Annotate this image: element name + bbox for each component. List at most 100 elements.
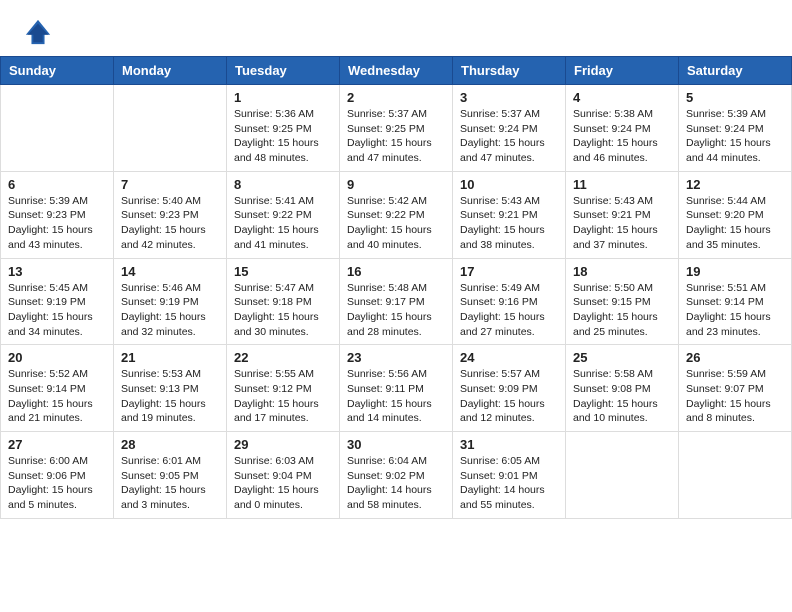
day-number: 9: [347, 177, 445, 192]
calendar-cell: 28Sunrise: 6:01 AMSunset: 9:05 PMDayligh…: [114, 432, 227, 519]
day-number: 12: [686, 177, 784, 192]
weekday-header: Tuesday: [227, 57, 340, 85]
day-number: 15: [234, 264, 332, 279]
calendar-cell: 22 Sunrise: 5:55 AMSunset: 9:12 PMDayligh…: [227, 345, 340, 432]
calendar-cell: [679, 432, 792, 519]
weekday-header: Sunday: [1, 57, 114, 85]
cell-info: Sunrise: 5:39 AMSunset: 9:23 PMDaylight:…: [8, 194, 106, 253]
calendar-cell: 16 Sunrise: 5:48 AMSunset: 9:17 PMDayligh…: [340, 258, 453, 345]
day-number: 8: [234, 177, 332, 192]
weekday-header: Saturday: [679, 57, 792, 85]
calendar-cell: 5 Sunrise: 5:39 AMSunset: 9:24 PMDaylight…: [679, 85, 792, 172]
day-number: 1: [234, 90, 332, 105]
cell-info: Sunrise: 5:37 AMSunset: 9:25 PMDaylight:…: [347, 107, 445, 166]
calendar-cell: 1 Sunrise: 5:36 AMSunset: 9:25 PMDaylight…: [227, 85, 340, 172]
calendar-table: SundayMondayTuesdayWednesdayThursdayFrid…: [0, 56, 792, 519]
calendar-cell: 29 Sunrise: 6:03 AMSunset: 9:04 PMDayligh…: [227, 432, 340, 519]
calendar-cell: 13Sunrise: 5:45 AMSunset: 9:19 PMDayligh…: [1, 258, 114, 345]
day-number: 28: [121, 437, 219, 452]
calendar-cell: 21 Sunrise: 5:53 AMSunset: 9:13 PMDayligh…: [114, 345, 227, 432]
calendar-cell: [566, 432, 679, 519]
day-number: 26: [686, 350, 784, 365]
calendar-cell: 15 Sunrise: 5:47 AMSunset: 9:18 PMDayligh…: [227, 258, 340, 345]
cell-info: Sunrise: 5:55 AMSunset: 9:12 PMDaylight:…: [234, 367, 332, 426]
calendar-cell: 18 Sunrise: 5:50 AMSunset: 9:15 PMDayligh…: [566, 258, 679, 345]
day-number: 16: [347, 264, 445, 279]
page-header: [0, 0, 792, 56]
calendar-cell: 30 Sunrise: 6:04 AMSunset: 9:02 PMDayligh…: [340, 432, 453, 519]
calendar-cell: 3 Sunrise: 5:37 AMSunset: 9:24 PMDaylight…: [453, 85, 566, 172]
cell-info: Sunrise: 5:44 AMSunset: 9:20 PMDaylight:…: [686, 194, 784, 253]
calendar-cell: 8 Sunrise: 5:41 AMSunset: 9:22 PMDaylight…: [227, 171, 340, 258]
calendar-cell: 23 Sunrise: 5:56 AMSunset: 9:11 PMDayligh…: [340, 345, 453, 432]
calendar-cell: 2Sunrise: 5:37 AMSunset: 9:25 PMDaylight…: [340, 85, 453, 172]
day-number: 23: [347, 350, 445, 365]
cell-info: Sunrise: 6:05 AMSunset: 9:01 PMDaylight:…: [460, 454, 558, 513]
cell-info: Sunrise: 6:03 AMSunset: 9:04 PMDaylight:…: [234, 454, 332, 513]
cell-info: Sunrise: 5:38 AMSunset: 9:24 PMDaylight:…: [573, 107, 671, 166]
cell-info: Sunrise: 5:57 AMSunset: 9:09 PMDaylight:…: [460, 367, 558, 426]
day-number: 3: [460, 90, 558, 105]
calendar-cell: 31 Sunrise: 6:05 AMSunset: 9:01 PMDayligh…: [453, 432, 566, 519]
cell-info: Sunrise: 5:47 AMSunset: 9:18 PMDaylight:…: [234, 281, 332, 340]
cell-info: Sunrise: 5:59 AMSunset: 9:07 PMDaylight:…: [686, 367, 784, 426]
day-number: 7: [121, 177, 219, 192]
cell-info: Sunrise: 5:58 AMSunset: 9:08 PMDaylight:…: [573, 367, 671, 426]
day-number: 6: [8, 177, 106, 192]
day-number: 27: [8, 437, 106, 452]
calendar-cell: [114, 85, 227, 172]
day-number: 10: [460, 177, 558, 192]
cell-info: Sunrise: 5:56 AMSunset: 9:11 PMDaylight:…: [347, 367, 445, 426]
day-number: 21: [121, 350, 219, 365]
calendar-cell: 20 Sunrise: 5:52 AMSunset: 9:14 PMDayligh…: [1, 345, 114, 432]
cell-info: Sunrise: 5:43 AMSunset: 9:21 PMDaylight:…: [573, 194, 671, 253]
cell-info: Sunrise: 5:37 AMSunset: 9:24 PMDaylight:…: [460, 107, 558, 166]
day-number: 4: [573, 90, 671, 105]
day-number: 18: [573, 264, 671, 279]
calendar-cell: 7 Sunrise: 5:40 AMSunset: 9:23 PMDaylight…: [114, 171, 227, 258]
calendar-cell: 10Sunrise: 5:43 AMSunset: 9:21 PMDayligh…: [453, 171, 566, 258]
calendar-cell: 17Sunrise: 5:49 AMSunset: 9:16 PMDayligh…: [453, 258, 566, 345]
cell-info: Sunrise: 5:48 AMSunset: 9:17 PMDaylight:…: [347, 281, 445, 340]
calendar-cell: 14 Sunrise: 5:46 AMSunset: 9:19 PMDayligh…: [114, 258, 227, 345]
cell-info: Sunrise: 5:39 AMSunset: 9:24 PMDaylight:…: [686, 107, 784, 166]
day-number: 20: [8, 350, 106, 365]
calendar-cell: 4 Sunrise: 5:38 AMSunset: 9:24 PMDaylight…: [566, 85, 679, 172]
cell-info: Sunrise: 5:36 AMSunset: 9:25 PMDaylight:…: [234, 107, 332, 166]
calendar-cell: 9Sunrise: 5:42 AMSunset: 9:22 PMDaylight…: [340, 171, 453, 258]
calendar-cell: 27 Sunrise: 6:00 AMSunset: 9:06 PMDayligh…: [1, 432, 114, 519]
day-number: 24: [460, 350, 558, 365]
calendar-cell: 12 Sunrise: 5:44 AMSunset: 9:20 PMDayligh…: [679, 171, 792, 258]
day-number: 30: [347, 437, 445, 452]
calendar-cell: 19Sunrise: 5:51 AMSunset: 9:14 PMDayligh…: [679, 258, 792, 345]
calendar-cell: [1, 85, 114, 172]
cell-info: Sunrise: 5:41 AMSunset: 9:22 PMDaylight:…: [234, 194, 332, 253]
cell-info: Sunrise: 5:53 AMSunset: 9:13 PMDaylight:…: [121, 367, 219, 426]
logo: [24, 18, 56, 46]
day-number: 5: [686, 90, 784, 105]
calendar-cell: 6 Sunrise: 5:39 AMSunset: 9:23 PMDaylight…: [1, 171, 114, 258]
calendar-cell: 24 Sunrise: 5:57 AMSunset: 9:09 PMDayligh…: [453, 345, 566, 432]
day-number: 14: [121, 264, 219, 279]
cell-info: Sunrise: 6:04 AMSunset: 9:02 PMDaylight:…: [347, 454, 445, 513]
cell-info: Sunrise: 5:52 AMSunset: 9:14 PMDaylight:…: [8, 367, 106, 426]
cell-info: Sunrise: 6:00 AMSunset: 9:06 PMDaylight:…: [8, 454, 106, 513]
calendar-header: SundayMondayTuesdayWednesdayThursdayFrid…: [1, 57, 792, 85]
day-number: 22: [234, 350, 332, 365]
day-number: 25: [573, 350, 671, 365]
day-number: 11: [573, 177, 671, 192]
cell-info: Sunrise: 5:49 AMSunset: 9:16 PMDaylight:…: [460, 281, 558, 340]
weekday-header: Monday: [114, 57, 227, 85]
day-number: 13: [8, 264, 106, 279]
cell-info: Sunrise: 5:46 AMSunset: 9:19 PMDaylight:…: [121, 281, 219, 340]
weekday-header: Wednesday: [340, 57, 453, 85]
cell-info: Sunrise: 5:40 AMSunset: 9:23 PMDaylight:…: [121, 194, 219, 253]
cell-info: Sunrise: 5:50 AMSunset: 9:15 PMDaylight:…: [573, 281, 671, 340]
calendar-cell: 26 Sunrise: 5:59 AMSunset: 9:07 PMDayligh…: [679, 345, 792, 432]
weekday-header: Friday: [566, 57, 679, 85]
weekday-header: Thursday: [453, 57, 566, 85]
day-number: 29: [234, 437, 332, 452]
day-number: 31: [460, 437, 558, 452]
day-number: 19: [686, 264, 784, 279]
logo-icon: [24, 18, 52, 46]
